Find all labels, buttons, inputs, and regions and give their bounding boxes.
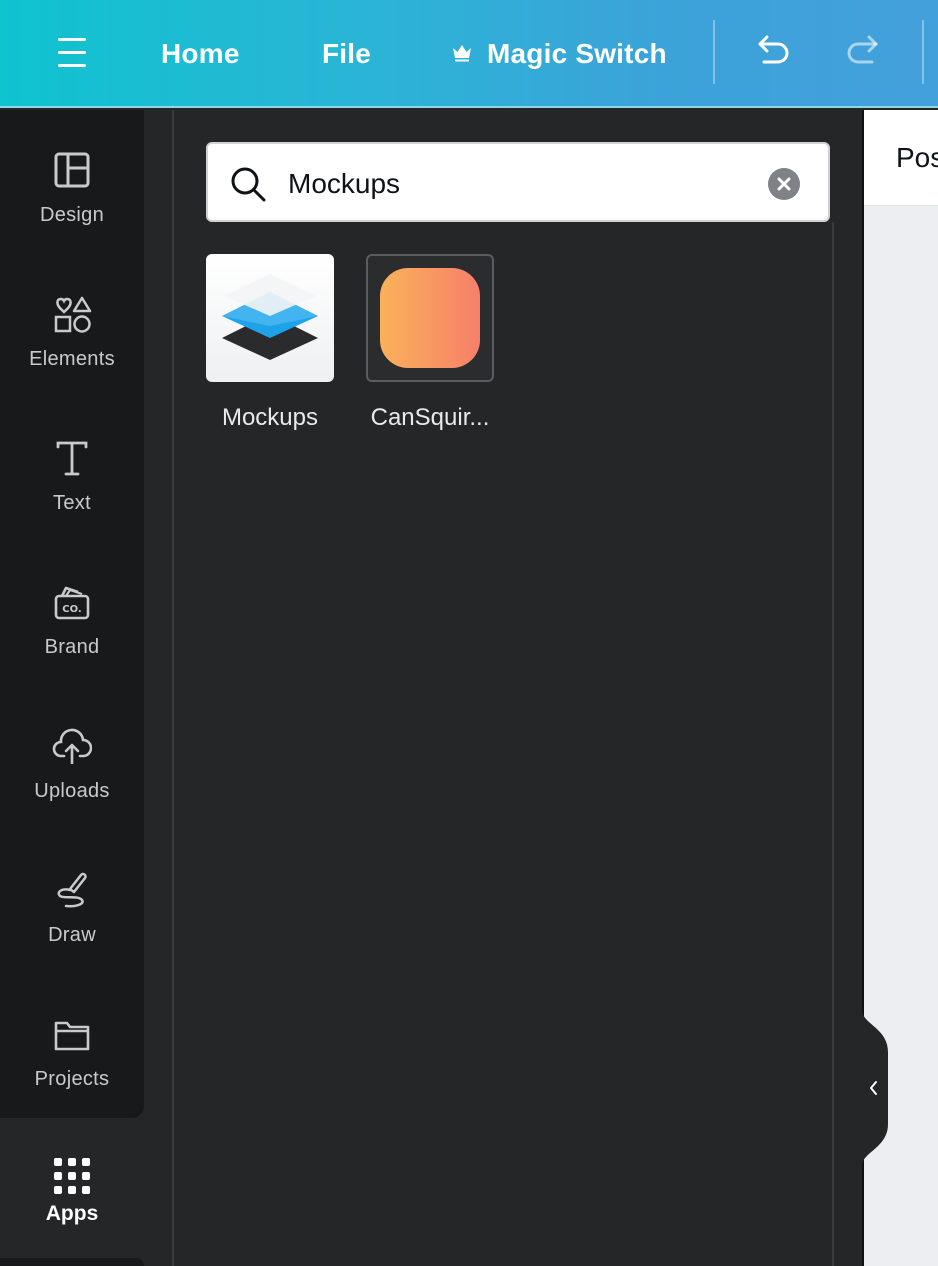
sidebar-item-label: Brand: [44, 636, 100, 658]
search-value[interactable]: Mockups: [288, 164, 400, 204]
sidebar-item-label: Text: [53, 492, 91, 514]
app-name: CanSquir...: [370, 404, 490, 431]
redo-icon[interactable]: [842, 30, 886, 70]
panel-gutter: [144, 110, 174, 1266]
canvas-header-title: Pos: [896, 142, 938, 173]
apps-grid-icon: [54, 1158, 90, 1194]
sidebar-item-draw[interactable]: Draw: [0, 850, 144, 970]
sidebar-item-label: Uploads: [34, 780, 110, 802]
sidebar-item-apps[interactable]: Apps: [0, 1122, 144, 1266]
folder-icon: [54, 1021, 90, 1051]
app-card-cansquircle[interactable]: CanSquir...: [366, 254, 494, 432]
sidebar-item-projects[interactable]: Projects: [0, 994, 144, 1114]
nav-magic-switch[interactable]: Magic Switch: [487, 34, 667, 74]
sidebar-item-label: Elements: [29, 348, 115, 370]
pen-draw-icon: [57, 872, 87, 908]
sidebar-item-design[interactable]: Design: [0, 130, 144, 250]
undo-icon[interactable]: [750, 30, 794, 70]
text-icon: [56, 441, 88, 476]
sidebar-item-label: Projects: [34, 1068, 110, 1090]
sidebar-item-label: Draw: [48, 924, 96, 946]
sidebar: Design Elements Text CO. Brand Uploads D…: [0, 110, 144, 1118]
sidebar-footer: [0, 1258, 144, 1266]
collapse-panel-button[interactable]: [862, 1010, 888, 1166]
app-card-mockups[interactable]: Mockups: [206, 254, 334, 432]
search-icon: [231, 167, 266, 202]
app-name: Mockups: [221, 404, 319, 431]
hamburger-menu-icon[interactable]: [46, 28, 98, 78]
panel-scrollbar[interactable]: [832, 222, 834, 1266]
sidebar-item-uploads[interactable]: Uploads: [0, 706, 144, 826]
sidebar-item-label: Apps: [45, 1202, 99, 1225]
svg-text:CO.: CO.: [62, 604, 81, 615]
mockups-layers-icon: [206, 254, 334, 382]
layout-icon: [54, 152, 90, 188]
cansquircle-icon: [366, 254, 494, 382]
search-input[interactable]: Mockups: [206, 142, 830, 222]
nav-home[interactable]: Home: [161, 34, 240, 74]
brand-icon: CO.: [54, 586, 90, 620]
toolbar-divider: [713, 20, 715, 84]
sidebar-item-text[interactable]: Text: [0, 418, 144, 538]
toolbar-divider: [922, 20, 924, 84]
sidebar-item-elements[interactable]: Elements: [0, 274, 144, 394]
nav-file[interactable]: File: [322, 34, 371, 74]
shapes-icon: [54, 296, 92, 333]
canvas-header: Pos: [864, 110, 938, 206]
top-bar: Home File Magic Switch: [0, 0, 938, 108]
sidebar-item-brand[interactable]: CO. Brand: [0, 562, 144, 682]
clear-icon[interactable]: [768, 168, 800, 200]
cloud-upload-icon: [52, 728, 92, 764]
crown-icon: [453, 45, 471, 62]
sidebar-item-label: Design: [39, 204, 105, 226]
